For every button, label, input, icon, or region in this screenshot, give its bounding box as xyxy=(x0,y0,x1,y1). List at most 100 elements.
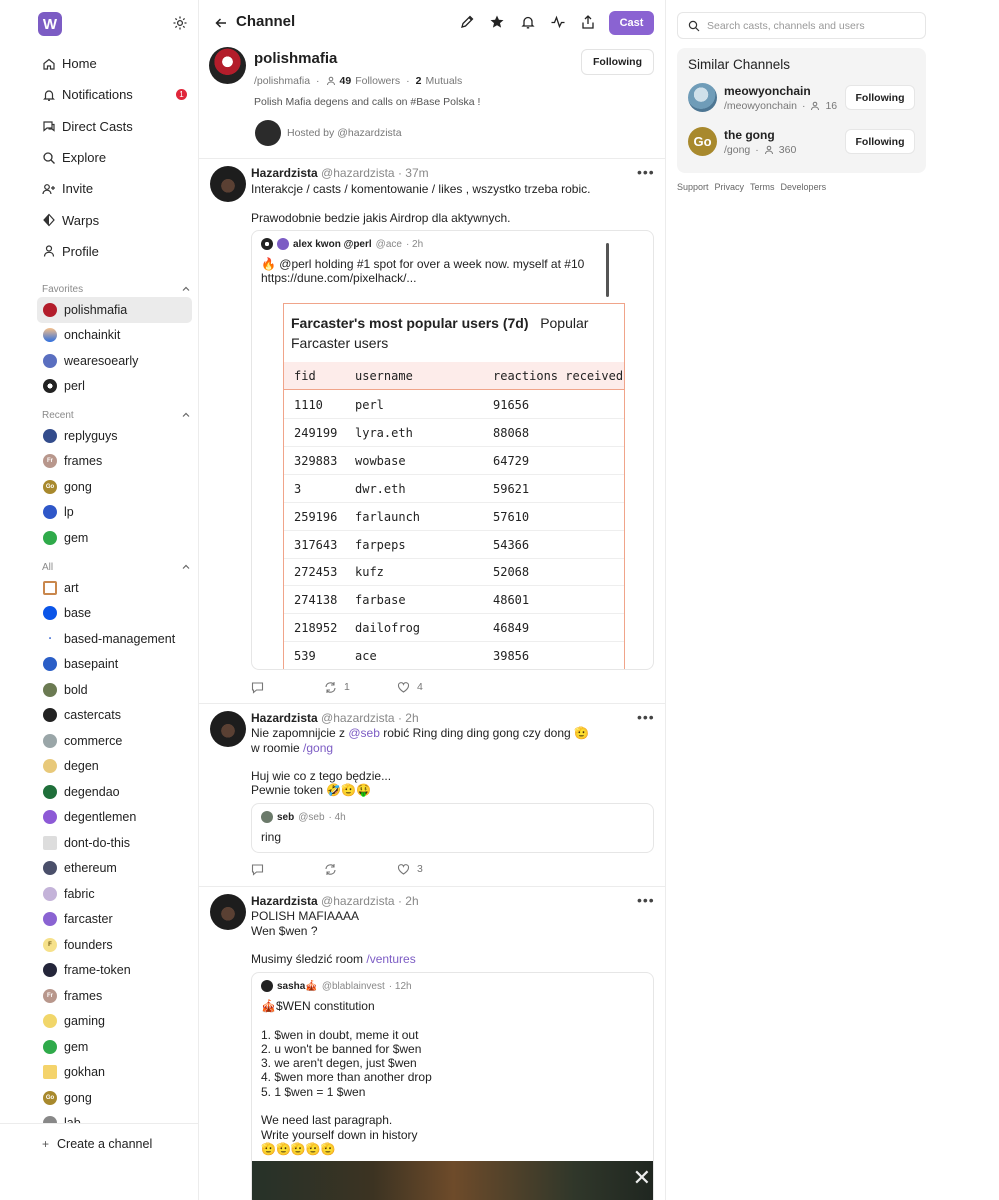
cast-button[interactable]: Cast xyxy=(609,11,654,35)
nav-direct-casts[interactable]: Direct Casts xyxy=(42,111,192,142)
channel-item[interactable]: Fr frames xyxy=(37,449,192,475)
channel-item[interactable]: dont-do-this xyxy=(37,830,192,856)
nav-profile[interactable]: Profile xyxy=(42,236,192,267)
chevron-up-icon[interactable] xyxy=(182,411,190,419)
quote-handle[interactable]: @seb xyxy=(298,812,324,823)
channel-item[interactable]: degendao xyxy=(37,779,192,805)
mutuals-link[interactable]: 2 Mutuals xyxy=(416,75,463,87)
similar-channel-item[interactable]: Go the gong /gong · 360 Following xyxy=(688,127,916,159)
channel-item[interactable]: Ffounders xyxy=(37,932,192,958)
channel-item[interactable]: gem xyxy=(37,1034,192,1060)
bell-settings-icon[interactable] xyxy=(520,14,536,30)
chevron-up-icon[interactable] xyxy=(182,285,190,293)
reply-button[interactable] xyxy=(251,681,324,694)
author-avatar[interactable] xyxy=(210,894,246,930)
channel-item[interactable]: bold xyxy=(37,677,192,703)
footer-link-privacy[interactable]: Privacy xyxy=(715,182,745,192)
quoted-cast[interactable]: alex kwon @perl @ace · 2h 🔥 @perl holdin… xyxy=(251,230,654,670)
channel-item[interactable]: gem xyxy=(37,525,192,551)
nav-explore[interactable]: Explore xyxy=(42,142,192,173)
footer-link-terms[interactable]: Terms xyxy=(750,182,775,192)
recent-header[interactable]: Recent xyxy=(42,408,190,422)
back-arrow-icon[interactable] xyxy=(214,16,228,30)
author-handle[interactable]: @hazardzista xyxy=(321,166,395,180)
channel-item[interactable]: Fr frames xyxy=(37,983,192,1009)
quote-handle[interactable]: @blablainvest xyxy=(322,981,385,992)
channel-item[interactable]: Go gong xyxy=(37,474,192,500)
recast-button[interactable] xyxy=(324,863,397,876)
all-channels-list[interactable]: art base • based-management basepaint bol… xyxy=(37,575,192,1123)
channel-item[interactable]: frame-token xyxy=(37,958,192,984)
quoted-cast[interactable]: seb @seb · 4h ring xyxy=(251,803,654,853)
channel-item[interactable]: gaming xyxy=(37,1009,192,1035)
activity-icon[interactable] xyxy=(550,14,566,30)
author-handle[interactable]: @hazardzista xyxy=(321,894,395,908)
channel-item[interactable]: polishmafia xyxy=(37,297,192,323)
all-header[interactable]: All xyxy=(42,560,190,574)
channel-item[interactable]: castercats xyxy=(37,703,192,729)
embedded-image[interactable]: ✕ xyxy=(252,1161,653,1200)
channel-item[interactable]: base xyxy=(37,601,192,627)
author-name[interactable]: Hazardzista xyxy=(251,166,318,180)
create-channel-button[interactable]: + Create a channel xyxy=(42,1137,152,1151)
channel-item[interactable]: perl xyxy=(37,374,192,400)
channel-item[interactable]: fabric xyxy=(37,881,192,907)
channel-item[interactable]: degen xyxy=(37,754,192,780)
channel-item[interactable]: commerce xyxy=(37,728,192,754)
channel-link[interactable]: /ventures xyxy=(366,952,415,966)
following-button[interactable]: Following xyxy=(581,49,654,75)
scrollbar[interactable] xyxy=(606,243,609,297)
more-options-icon[interactable]: ••• xyxy=(637,892,655,908)
footer-link-support[interactable]: Support xyxy=(677,182,709,192)
author-avatar[interactable] xyxy=(210,711,246,747)
author-handle[interactable]: @hazardzista xyxy=(321,711,395,725)
like-button[interactable]: 3 xyxy=(397,863,423,876)
star-icon[interactable] xyxy=(489,14,505,30)
nav-warps[interactable]: Warps xyxy=(42,204,192,235)
edit-pencil-icon[interactable] xyxy=(459,14,475,30)
warpcast-logo[interactable]: W xyxy=(38,12,62,36)
recast-button[interactable]: 1 xyxy=(324,681,397,694)
channel-item[interactable]: farcaster xyxy=(37,907,192,933)
nav-notifications[interactable]: Notifications 1 xyxy=(42,79,192,110)
like-button[interactable]: 4 xyxy=(397,681,423,694)
share-icon[interactable] xyxy=(580,14,596,30)
channel-item[interactable]: basepaint xyxy=(37,652,192,678)
cast-post[interactable]: Hazardzista @hazardzista · 2h ••• POLISH… xyxy=(199,886,665,1200)
channel-item[interactable]: lp xyxy=(37,500,192,526)
quote-handle[interactable]: @ace xyxy=(376,239,402,250)
quote-author[interactable]: sasha🎪 xyxy=(277,981,318,992)
quote-author[interactable]: alex kwon @perl xyxy=(293,239,372,250)
followers-link[interactable]: 49 Followers xyxy=(326,75,400,87)
more-options-icon[interactable]: ••• xyxy=(637,709,655,725)
channel-item[interactable]: gokhan xyxy=(37,1060,192,1086)
author-name[interactable]: Hazardzista xyxy=(251,711,318,725)
chevron-up-icon[interactable] xyxy=(182,563,190,571)
following-button[interactable]: Following xyxy=(845,85,915,110)
channel-item[interactable]: degentlemen xyxy=(37,805,192,831)
channel-item[interactable]: Go gong xyxy=(37,1085,192,1111)
nav-invite[interactable]: Invite xyxy=(42,173,192,204)
quote-author[interactable]: seb xyxy=(277,812,294,823)
author-avatar[interactable] xyxy=(210,166,246,202)
cast-post[interactable]: Hazardzista @hazardzista · 2h ••• Nie za… xyxy=(199,703,665,886)
cast-post[interactable]: Hazardzista @hazardzista · 37m ••• Inter… xyxy=(199,158,665,703)
mention-link[interactable]: @seb xyxy=(348,726,380,740)
favorites-header[interactable]: Favorites xyxy=(42,282,190,296)
channel-host[interactable]: Hosted by @hazardzista xyxy=(255,120,402,146)
reply-button[interactable] xyxy=(251,863,324,876)
channel-item[interactable]: wearesoearly xyxy=(37,348,192,374)
channel-item[interactable]: lab xyxy=(37,1111,192,1123)
channel-item[interactable]: art xyxy=(37,575,192,601)
embedded-table-image[interactable]: Farcaster's most popular users (7d) Popu… xyxy=(283,303,625,669)
channel-item[interactable]: onchainkit xyxy=(37,323,192,349)
search-input[interactable]: Search casts, channels and users xyxy=(677,12,926,39)
channel-link[interactable]: /gong xyxy=(303,741,333,755)
channel-handle[interactable]: /polishmafia xyxy=(254,75,310,87)
channel-item[interactable]: • based-management xyxy=(37,626,192,652)
nav-home[interactable]: Home xyxy=(42,48,192,79)
channel-item[interactable]: ethereum xyxy=(37,856,192,882)
gear-icon[interactable] xyxy=(172,15,188,31)
channel-item[interactable]: replyguys xyxy=(37,423,192,449)
quoted-cast[interactable]: sasha🎪 @blablainvest · 12h 🎪$WEN constit… xyxy=(251,972,654,1200)
